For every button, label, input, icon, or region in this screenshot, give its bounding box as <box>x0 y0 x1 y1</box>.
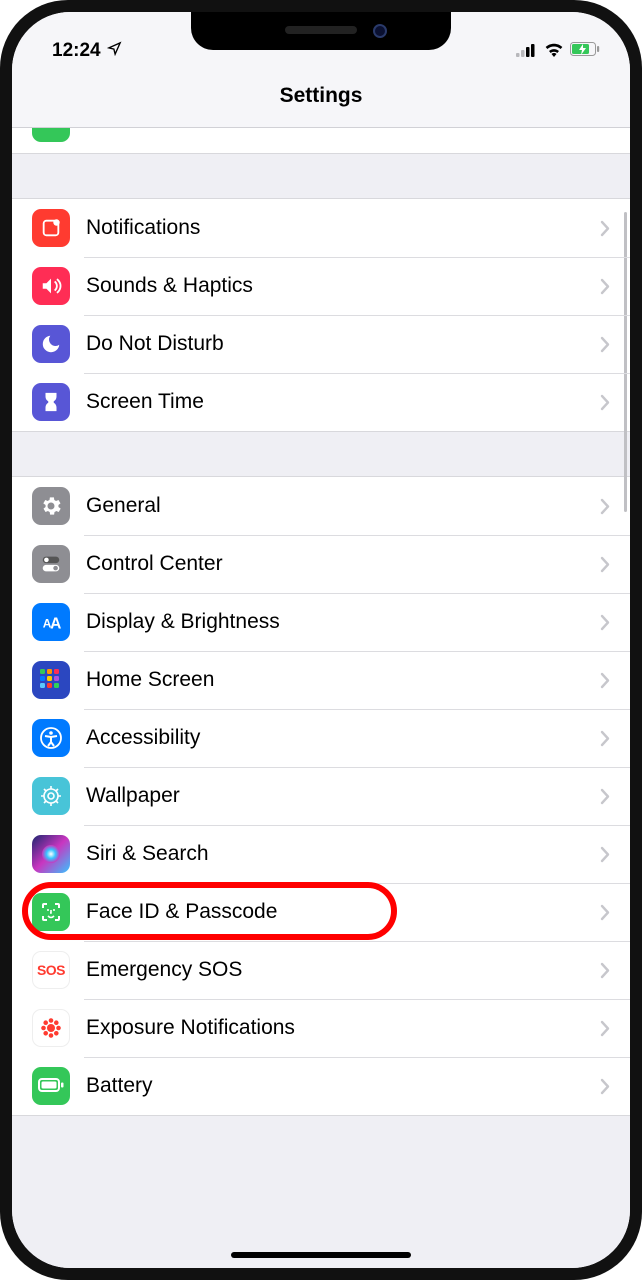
chevron-right-icon <box>600 336 610 353</box>
chevron-right-icon <box>600 672 610 689</box>
settings-row-accessibility[interactable]: Accessibility <box>12 709 630 767</box>
chevron-right-icon <box>600 1020 610 1037</box>
chevron-right-icon <box>600 846 610 863</box>
exposure-icon <box>32 1009 70 1047</box>
dnd-icon <box>32 325 70 363</box>
general-icon <box>32 487 70 525</box>
row-label: Battery <box>86 1074 600 1098</box>
row-label: Accessibility <box>86 726 600 750</box>
settings-row-control-center[interactable]: Control Center <box>12 535 630 593</box>
settings-row-screen-time[interactable]: Screen Time <box>12 373 630 431</box>
screen: 12:24 <box>12 12 630 1268</box>
wifi-icon <box>544 42 564 62</box>
row-label: Control Center <box>86 552 600 576</box>
sounds-icon <box>32 267 70 305</box>
sos-icon: SOS <box>32 951 70 989</box>
chevron-right-icon <box>600 278 610 295</box>
row-label: Siri & Search <box>86 842 600 866</box>
settings-section: General Control Center AA Display & Brightn… <box>12 476 630 1116</box>
settings-row-emergency-sos[interactable]: SOS Emergency SOS <box>12 941 630 999</box>
accessibility-icon <box>32 719 70 757</box>
chevron-right-icon <box>600 394 610 411</box>
previous-row-icon <box>32 128 70 142</box>
chevron-right-icon <box>600 904 610 921</box>
notifications-icon <box>32 209 70 247</box>
screentime-icon <box>32 383 70 421</box>
settings-row-battery[interactable]: Battery <box>12 1057 630 1115</box>
wallpaper-icon <box>32 777 70 815</box>
row-label: Do Not Disturb <box>86 332 600 356</box>
row-label: Face ID & Passcode <box>86 900 600 924</box>
row-label: General <box>86 494 600 518</box>
chevron-right-icon <box>600 220 610 237</box>
homescreen-icon <box>32 661 70 699</box>
chevron-right-icon <box>600 962 610 979</box>
section-gap <box>12 432 630 476</box>
svg-text:A: A <box>50 615 61 632</box>
row-label: Emergency SOS <box>86 958 600 982</box>
settings-row-face-id-passcode[interactable]: Face ID & Passcode <box>12 883 630 941</box>
chevron-right-icon <box>600 498 610 515</box>
list-item-partial[interactable] <box>12 128 630 154</box>
settings-row-do-not-disturb[interactable]: Do Not Disturb <box>12 315 630 373</box>
section-gap <box>12 154 630 198</box>
settings-row-notifications[interactable]: Notifications <box>12 199 630 257</box>
settings-row-siri-search[interactable]: Siri & Search <box>12 825 630 883</box>
row-label: Sounds & Haptics <box>86 274 600 298</box>
cellular-signal-icon <box>516 43 538 62</box>
row-label: Notifications <box>86 216 600 240</box>
row-label: Screen Time <box>86 390 600 414</box>
notch <box>191 12 451 50</box>
row-label: Wallpaper <box>86 784 600 808</box>
settings-row-display-brightness[interactable]: AA Display & Brightness <box>12 593 630 651</box>
row-label: Display & Brightness <box>86 610 600 634</box>
chevron-right-icon <box>600 556 610 573</box>
row-label: Exposure Notifications <box>86 1016 600 1040</box>
chevron-right-icon <box>600 614 610 631</box>
chevron-right-icon <box>600 788 610 805</box>
settings-section: Notifications Sounds & Haptics Do Not Dist… <box>12 198 630 432</box>
status-time: 12:24 <box>52 40 101 62</box>
battery-icon <box>32 1067 70 1105</box>
siri-icon <box>32 835 70 873</box>
faceid-icon <box>32 893 70 931</box>
settings-row-general[interactable]: General <box>12 477 630 535</box>
settings-row-exposure-notifications[interactable]: Exposure Notifications <box>12 999 630 1057</box>
settings-list[interactable]: Notifications Sounds & Haptics Do Not Dist… <box>12 128 630 1268</box>
chevron-right-icon <box>600 1078 610 1095</box>
nav-title: Settings <box>12 64 630 128</box>
settings-row-home-screen[interactable]: Home Screen <box>12 651 630 709</box>
battery-charging-icon <box>570 42 600 62</box>
home-indicator[interactable] <box>231 1252 411 1258</box>
page-title: Settings <box>280 84 363 108</box>
settings-row-wallpaper[interactable]: Wallpaper <box>12 767 630 825</box>
display-icon: AA <box>32 603 70 641</box>
controlcenter-icon <box>32 545 70 583</box>
phone-frame: 12:24 <box>0 0 642 1280</box>
settings-row-sounds-haptics[interactable]: Sounds & Haptics <box>12 257 630 315</box>
location-arrow-icon <box>107 40 122 62</box>
chevron-right-icon <box>600 730 610 747</box>
row-label: Home Screen <box>86 668 600 692</box>
